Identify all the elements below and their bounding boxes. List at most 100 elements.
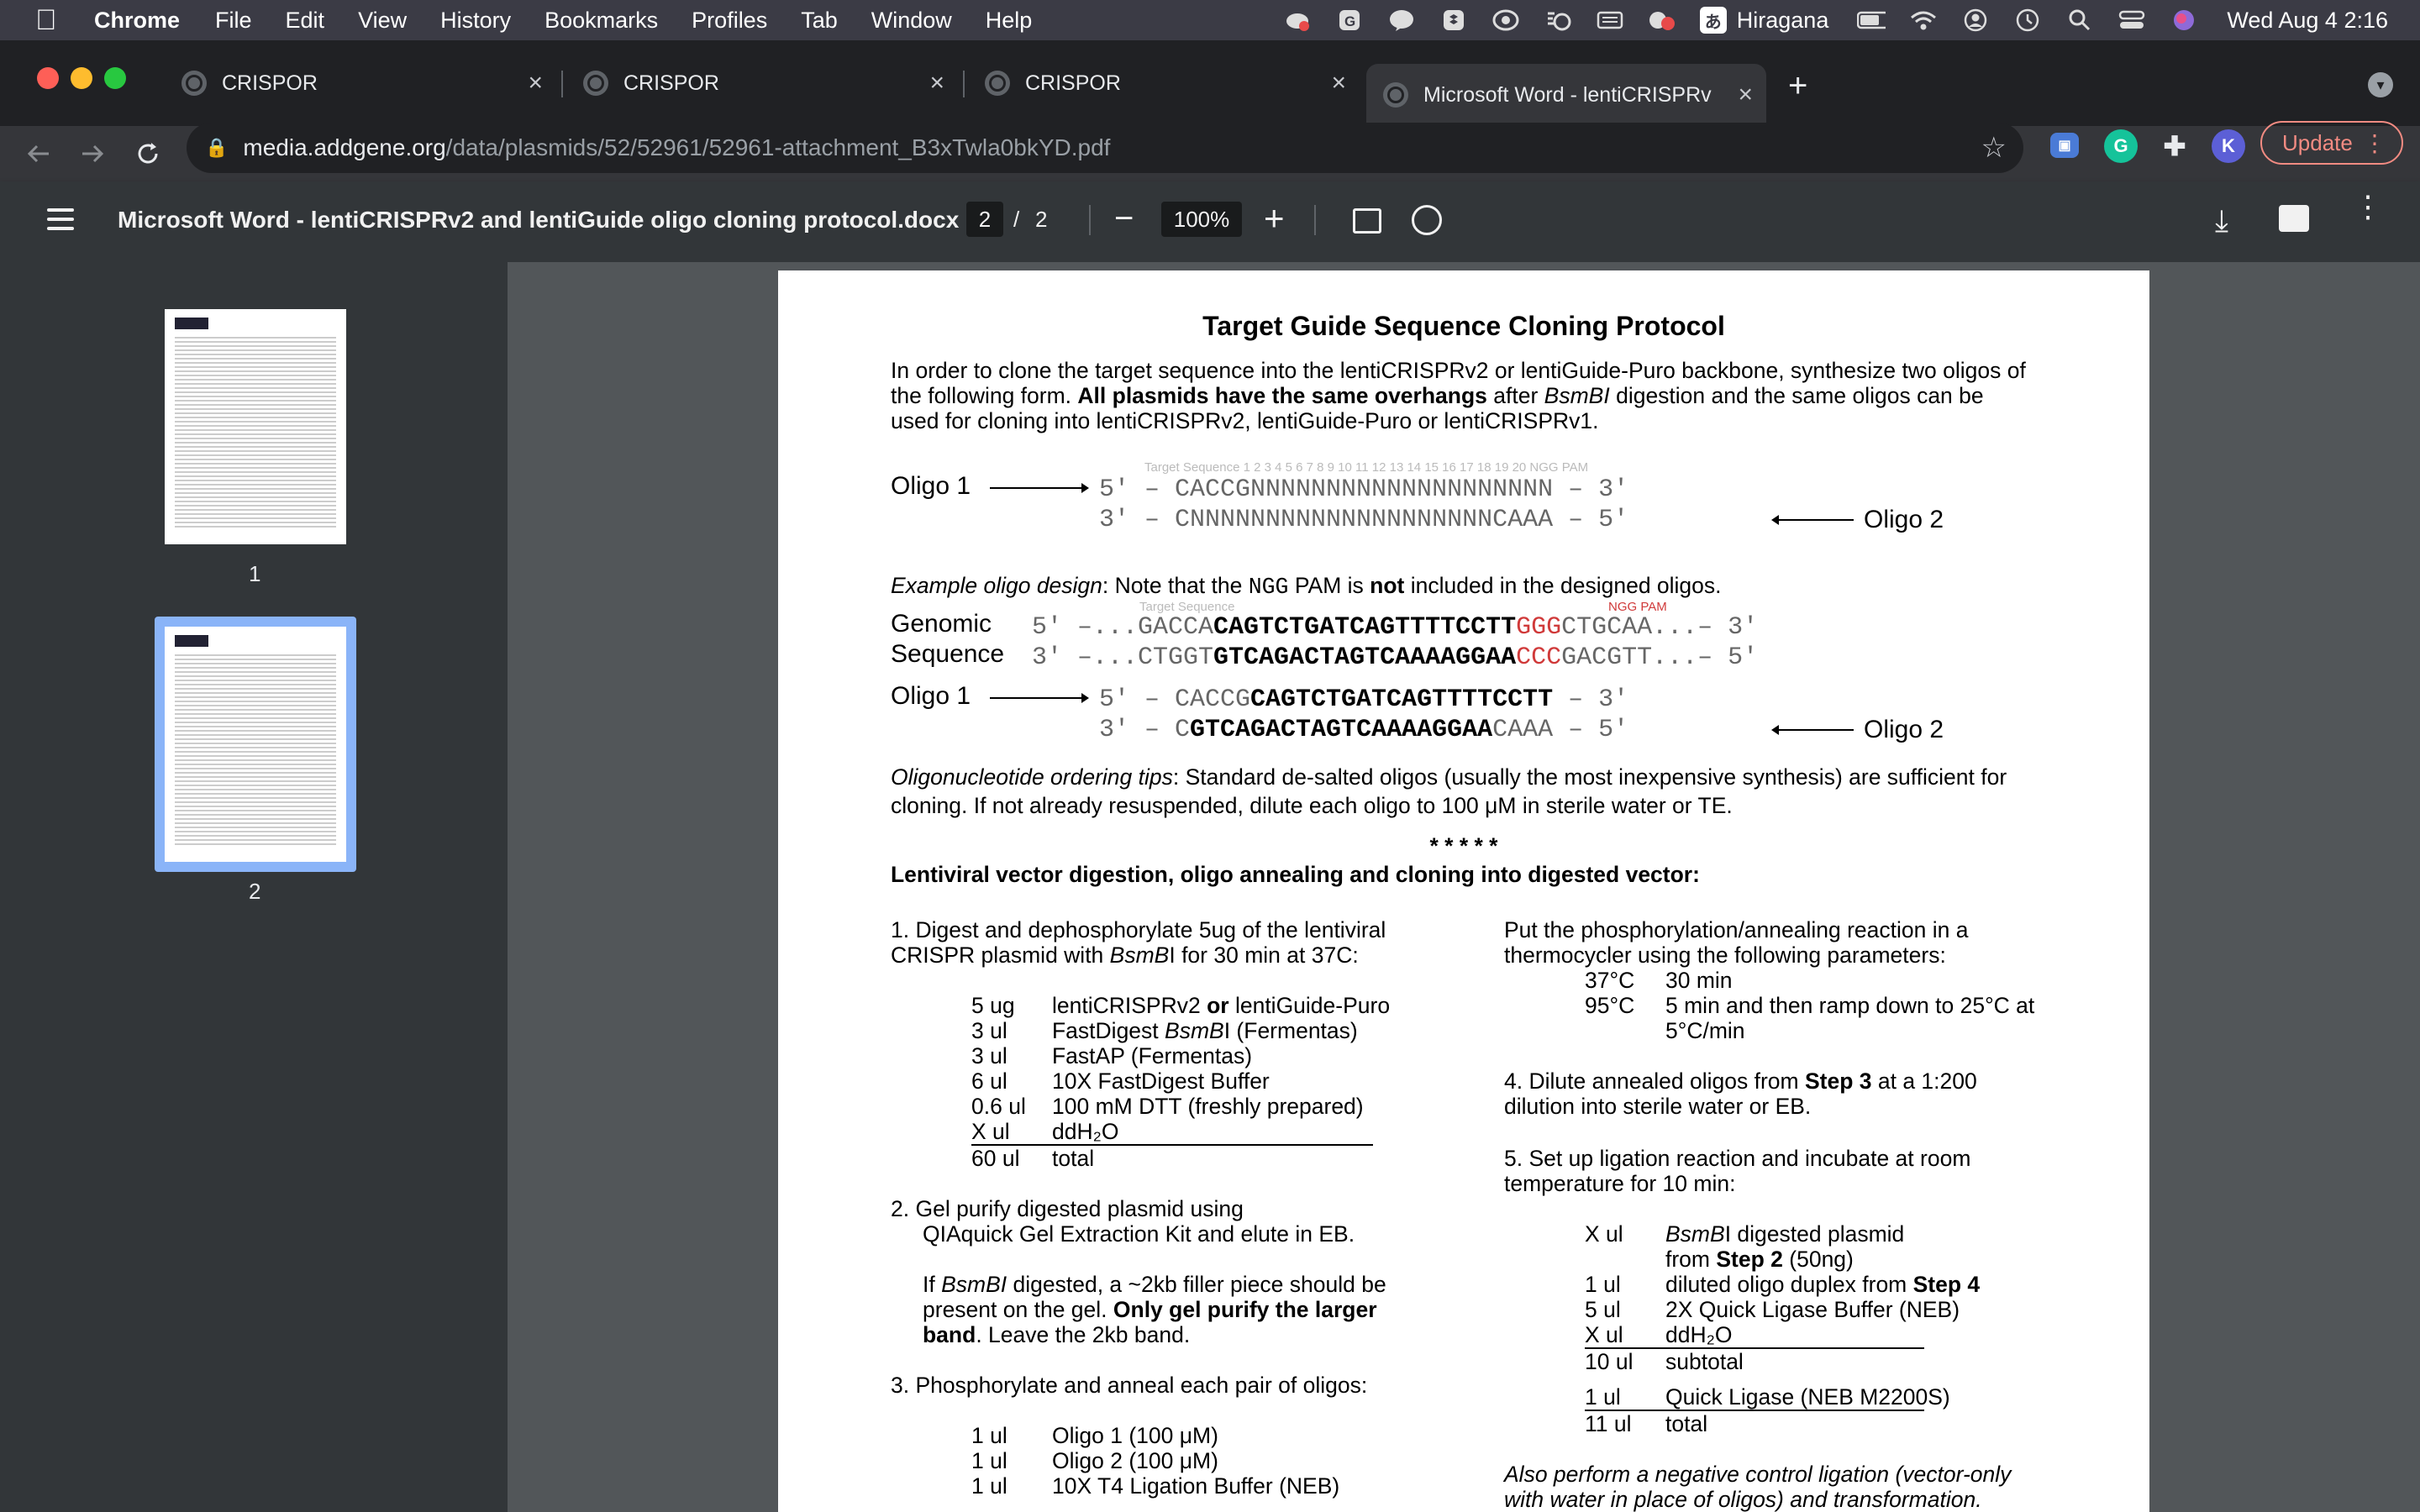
keyboard-viewer-icon[interactable] (1596, 8, 1624, 33)
app-status-icon[interactable] (1648, 8, 1676, 33)
grammarly-status-icon[interactable]: G (1335, 8, 1364, 33)
rotate-icon[interactable] (1412, 205, 1442, 235)
ligation-amount: X ul (1585, 1221, 1623, 1247)
dropbox-status-icon[interactable] (1439, 8, 1468, 33)
bookmark-star-icon[interactable]: ☆ (1981, 131, 2007, 165)
pdf-viewport[interactable]: Target Guide Sequence Cloning Protocol I… (508, 262, 2420, 1512)
grammarly-extension-icon[interactable]: G (2104, 129, 2138, 163)
thumbnail-text-lines (175, 652, 336, 845)
digest-amount: 3 ul (971, 1043, 1007, 1068)
ngg-pam-caption: NGG PAM (1608, 600, 1667, 614)
more-actions-icon[interactable]: ⋮ (2353, 192, 2383, 222)
tab-close-icon[interactable]: × (929, 69, 944, 97)
cloud-sync-icon[interactable] (1283, 8, 1312, 33)
genomic-bottom-strand: 3′ –...CTGGTGTCAGACTAGTCAAAAGGAACCCGACGT… (1032, 643, 1759, 672)
back-button[interactable] (25, 126, 52, 181)
menu-help[interactable]: Help (986, 8, 1033, 34)
extension-reader-icon[interactable]: ▣ (2050, 133, 2079, 158)
control-center-icon[interactable] (2118, 8, 2146, 33)
page-number-input[interactable]: 2 (966, 202, 1003, 237)
menu-file[interactable]: File (215, 8, 252, 34)
apple-menu-icon[interactable]:  (35, 4, 66, 37)
step4-line-1: 4. Dilute annealed oligos from Step 3 at… (1504, 1068, 1977, 1094)
pdf-favicon-icon (1383, 82, 1408, 108)
step1-line-2: CRISPR plasmid with BsmBI for 30 min at … (891, 942, 1359, 968)
menu-app-chrome[interactable]: Chrome (94, 8, 180, 34)
zoom-in-button[interactable]: + (1264, 198, 1285, 239)
reload-button[interactable] (134, 126, 161, 181)
menubar-clock[interactable]: Wed Aug 4 2:16 (2227, 8, 2388, 34)
window-minimize-button[interactable] (71, 67, 92, 89)
macos-menubar:  Chrome File Edit View History Bookmark… (0, 0, 2420, 40)
genomic-top-strand: 5′ –...GACCACAGTCTGATCAGTTTTCCTTGGGCTGCA… (1032, 613, 1759, 642)
negative-control-line-1: Also perform a negative control ligation… (1504, 1462, 2012, 1487)
print-icon[interactable] (2279, 205, 2309, 232)
siri-icon[interactable] (2170, 8, 2198, 33)
tab-search-icon[interactable]: ▾ (2368, 72, 2393, 97)
lock-icon[interactable]: 🔒 (205, 137, 228, 159)
zoom-out-button[interactable]: − (1114, 200, 1134, 238)
example-oligo1-sequence: 5′ – CACCGCAGTCTGATCAGTTTTCCTT – 3′ (1099, 685, 1629, 714)
url-host: media.addgene.org (243, 134, 446, 160)
tab-title: CRISPOR (623, 71, 719, 95)
spotlight-search-icon[interactable] (2065, 8, 2094, 33)
example-target-caption: Target Sequence (1139, 600, 1235, 614)
fit-to-page-icon[interactable] (1353, 208, 1381, 234)
menu-edit[interactable]: Edit (286, 8, 325, 34)
download-icon[interactable]: ⤓ (2215, 203, 2228, 239)
ligation-reagent: total (1665, 1411, 1708, 1436)
tab-microsoft-word-pdf[interactable]: Microsoft Word - lentiCRISPRv × (1366, 64, 1766, 126)
tab-crispor-2[interactable]: CRISPOR × (566, 60, 958, 106)
pdf-toolbar: Microsoft Word - lentiCRISPRv2 and lenti… (0, 181, 2420, 262)
digest-reagent: ddH₂O (1052, 1119, 1119, 1144)
extensions-puzzle-icon[interactable]: ✚ (2158, 129, 2191, 163)
input-source-menu[interactable]: あ Hiragana (1699, 7, 1828, 34)
page-thumbnail-1[interactable] (165, 309, 346, 544)
timer-status-icon[interactable] (1544, 8, 1572, 33)
tab-crispor-3[interactable]: CRISPOR × (968, 60, 1360, 106)
tab-close-icon[interactable]: × (528, 69, 543, 97)
oligo1-label: Oligo 1 (891, 472, 971, 500)
svg-text:G: G (1344, 13, 1355, 29)
oligo2-label: Oligo 2 (1864, 506, 1944, 533)
update-chrome-button[interactable]: Update ⋮ (2260, 121, 2403, 165)
ligation-total-rule (1585, 1410, 1924, 1411)
digest-reagent: FastAP (Fermentas) (1052, 1043, 1253, 1068)
url-path: /data/plasmids/52/52961/52961-attachment… (445, 134, 1111, 160)
ligation-reagent: 2X Quick Ligase Buffer (NEB) (1665, 1297, 1960, 1322)
zoom-level-input[interactable]: 100% (1161, 202, 1242, 237)
tab-close-icon[interactable]: × (1331, 69, 1346, 97)
digest-amount: 60 ul (971, 1146, 1020, 1171)
page-thumbnail-2[interactable] (165, 627, 346, 862)
forward-button[interactable] (79, 126, 106, 181)
menu-bookmarks[interactable]: Bookmarks (544, 8, 658, 34)
menu-profiles[interactable]: Profiles (692, 8, 767, 34)
profile-avatar[interactable]: K (2212, 129, 2245, 163)
line-app-icon[interactable] (1387, 8, 1416, 33)
menu-view[interactable]: View (358, 8, 407, 34)
address-bar[interactable]: 🔒 media.addgene.org/data/plasmids/52/529… (187, 123, 2023, 173)
menu-window[interactable]: Window (871, 8, 952, 34)
step2-line-1: 2. Gel purify digested plasmid using (891, 1196, 1244, 1221)
tab-close-icon[interactable]: × (1738, 81, 1753, 109)
tab-crispor-1[interactable]: CRISPOR × (165, 60, 556, 106)
thermo-step: 30 min (1665, 968, 1733, 993)
digest-amount: 6 ul (971, 1068, 1007, 1094)
ligation-amount: 11 ul (1585, 1411, 1632, 1436)
new-tab-button[interactable]: + (1788, 67, 1807, 105)
battery-icon[interactable] (1857, 8, 1886, 33)
section-stars: * * * * * (1429, 833, 1498, 858)
menu-tab[interactable]: Tab (801, 8, 838, 34)
ligation-reagent: BsmBI digested plasmid (1665, 1221, 1905, 1247)
sidebar-menu-icon[interactable] (47, 208, 74, 230)
user-account-icon[interactable] (1961, 8, 1990, 33)
digest-reagent: FastDigest BsmBI (Fermentas) (1052, 1018, 1358, 1043)
time-machine-icon[interactable] (2013, 8, 2042, 33)
wifi-icon[interactable] (1909, 8, 1938, 33)
window-close-button[interactable] (37, 67, 59, 89)
window-zoom-button[interactable] (104, 67, 126, 89)
thermo-temp: 95°C (1585, 993, 1635, 1018)
step5-line-2: temperature for 10 min: (1504, 1171, 1736, 1196)
menu-history[interactable]: History (440, 8, 511, 34)
vpn-status-icon[interactable] (1491, 8, 1520, 33)
